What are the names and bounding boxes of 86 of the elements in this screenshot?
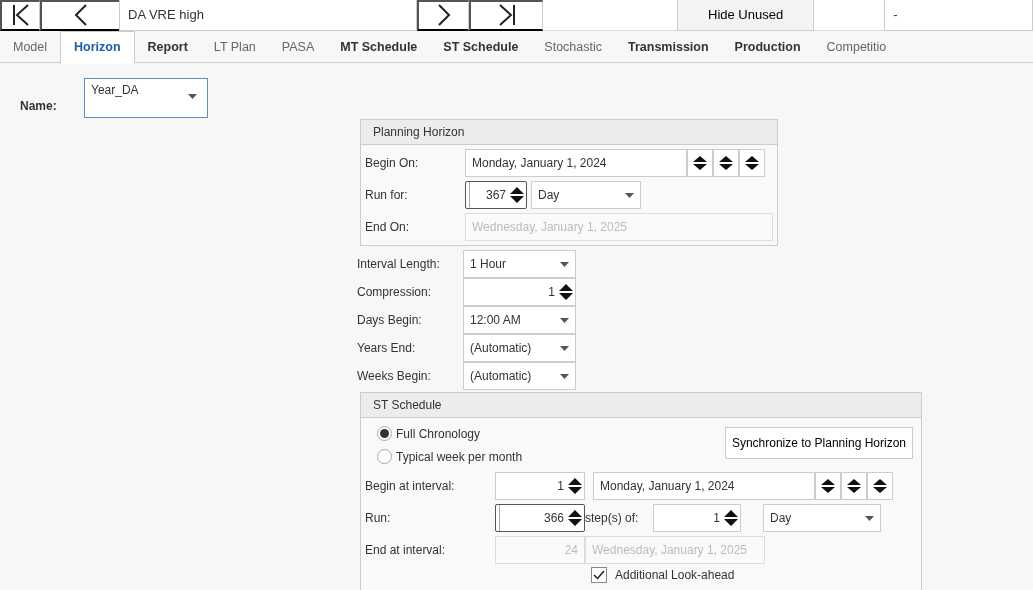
- date-field[interactable]: Monday, January 1, 2024: [593, 472, 815, 500]
- spin-button[interactable]: [687, 149, 713, 177]
- field-label: Begin at interval:: [365, 478, 456, 495]
- tab[interactable]: Horizon: [60, 31, 135, 64]
- field-label: End On:: [365, 219, 411, 236]
- dropdown-caret-icon: [560, 345, 569, 351]
- unit-dropdown[interactable]: Day: [531, 181, 641, 209]
- dropdown-caret-icon: [560, 373, 569, 379]
- spin-button[interactable]: [841, 472, 867, 500]
- check-icon: [593, 570, 605, 580]
- field-label: Compression:: [357, 284, 433, 301]
- sync-button[interactable]: Synchronize to Planning Horizon: [724, 427, 913, 459]
- group-title: Planning Horizon: [361, 120, 777, 145]
- dropdown[interactable]: (Automatic): [463, 334, 576, 362]
- spin-button[interactable]: [739, 149, 765, 177]
- name-dropdown[interactable]: Year_DA: [84, 78, 208, 118]
- number-field[interactable]: 1: [463, 278, 576, 306]
- name-label: Name:: [20, 98, 58, 115]
- up-down-arrows-icon: [568, 477, 582, 495]
- spin-button[interactable]: [815, 472, 841, 500]
- dropdown-caret-icon: [188, 94, 197, 99]
- up-down-arrows-icon: [745, 155, 759, 171]
- group-title: ST Schedule: [361, 393, 921, 418]
- dropdown-caret-icon: [560, 261, 569, 267]
- up-down-arrows-icon: [568, 509, 582, 527]
- up-down-arrows-icon: [559, 283, 573, 301]
- tab[interactable]: ST Schedule: [430, 31, 532, 63]
- tab[interactable]: MT Schedule: [327, 31, 431, 63]
- dropdown-caret-icon: [625, 192, 634, 198]
- tab[interactable]: Competitio: [813, 31, 900, 63]
- checkbox[interactable]: [591, 567, 607, 583]
- number-field[interactable]: 1: [653, 504, 741, 532]
- dropdown[interactable]: (Automatic): [463, 362, 576, 390]
- tab[interactable]: PASA: [268, 31, 328, 63]
- tab[interactable]: Stochastic: [531, 31, 615, 63]
- up-down-arrows-icon: [719, 155, 733, 171]
- dropdown[interactable]: 1 Hour: [463, 250, 576, 278]
- number-field[interactable]: 366: [495, 504, 585, 532]
- field-label: End at interval:: [365, 542, 447, 559]
- hide-unused-button[interactable]: Hide Unused: [677, 0, 815, 31]
- dropdown[interactable]: 12:00 AM: [463, 306, 576, 334]
- up-down-arrows-icon: [847, 478, 861, 494]
- field-label: Days Begin:: [357, 312, 423, 329]
- tab[interactable]: Transmission: [615, 31, 722, 63]
- tab[interactable]: LT Plan: [200, 31, 269, 63]
- field-label: Weeks Begin:: [357, 368, 432, 385]
- field-label: Run for:: [365, 187, 409, 204]
- number-field: 24: [495, 536, 585, 564]
- number-field[interactable]: 1: [495, 472, 585, 500]
- up-down-arrows-icon: [510, 186, 524, 204]
- filter-field[interactable]: -: [884, 0, 1033, 31]
- up-down-arrows-icon: [873, 478, 887, 494]
- up-down-arrows-icon: [724, 509, 738, 527]
- field-label: Run:: [365, 510, 392, 527]
- radio-label: Typical week per month: [396, 448, 523, 466]
- dropdown-caret-icon: [560, 317, 569, 323]
- field-label: Years End:: [357, 340, 417, 357]
- last-icon: [497, 4, 516, 26]
- tab[interactable]: Model: [0, 31, 61, 63]
- radio-button[interactable]: [377, 449, 392, 464]
- radio-label: Full Chronology: [396, 425, 481, 443]
- previous-button[interactable]: [40, 0, 119, 31]
- last-button[interactable]: [469, 0, 543, 31]
- spin-button[interactable]: [713, 149, 739, 177]
- first-icon: [11, 4, 30, 26]
- dropdown-caret-icon: [865, 515, 874, 521]
- up-down-arrows-icon: [821, 478, 835, 494]
- date-field[interactable]: Monday, January 1, 2024: [465, 149, 687, 177]
- field-label: step(s) of:: [585, 510, 640, 527]
- tab[interactable]: Report: [134, 31, 201, 63]
- field-label: Interval Length:: [357, 256, 441, 273]
- checkbox-label: Additional Look-ahead: [615, 567, 735, 584]
- up-down-arrows-icon: [693, 155, 707, 171]
- next-button[interactable]: [417, 0, 469, 31]
- date-field: Wednesday, January 1, 2025: [465, 213, 773, 241]
- next-icon: [436, 4, 451, 26]
- record-field[interactable]: DA VRE high: [119, 0, 417, 31]
- first-button[interactable]: [0, 0, 40, 31]
- unit-dropdown[interactable]: Day: [763, 504, 881, 532]
- date-field: Wednesday, January 1, 2025: [585, 536, 765, 564]
- field-label: Begin On:: [365, 155, 420, 172]
- spin-button[interactable]: [867, 472, 893, 500]
- tab[interactable]: Production: [721, 31, 814, 63]
- previous-icon: [73, 4, 88, 26]
- number-field[interactable]: 367: [465, 181, 527, 209]
- radio-button[interactable]: [377, 426, 392, 441]
